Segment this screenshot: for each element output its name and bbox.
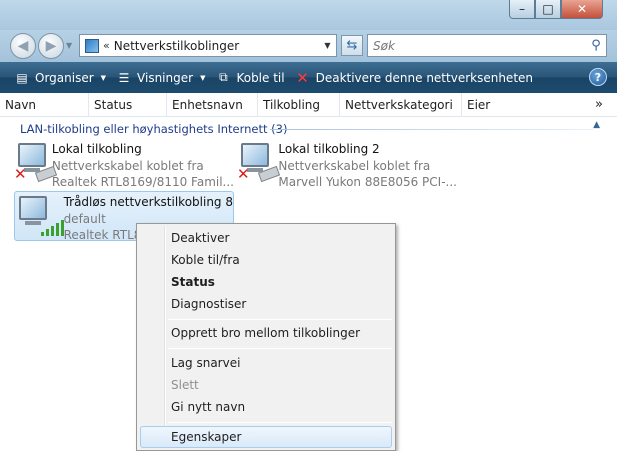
connect-label: Koble til <box>236 70 285 85</box>
forward-button[interactable]: ▶ <box>38 33 64 59</box>
search-input[interactable] <box>373 38 586 53</box>
close-icon: ✕ <box>576 2 588 16</box>
menu-item-bridge-connections[interactable]: Opprett bro mellom tilkoblinger <box>140 322 392 344</box>
forward-arrow-icon: ▶ <box>45 38 57 54</box>
menu-item-disable[interactable]: Deaktiver <box>140 227 392 249</box>
column-header-network-category[interactable]: Nettverkskategori <box>340 93 462 117</box>
command-bar: ▤ Organiser ▼ ☰ Visninger ▼ ⧉ Koble til … <box>0 62 617 93</box>
menu-separator <box>168 319 392 320</box>
monitor-icon <box>241 143 269 167</box>
organize-label: Organiser <box>35 70 94 85</box>
help-button[interactable]: ? <box>589 68 607 86</box>
column-header-owner[interactable]: Eier <box>462 93 534 117</box>
menu-item-connect-disconnect[interactable]: Koble til/fra <box>140 249 392 271</box>
column-header-name[interactable]: Navn <box>0 93 89 117</box>
monitor-icon <box>18 143 46 167</box>
connection-status: Nettverkskabel koblet fra <box>51 158 204 173</box>
close-button[interactable]: ✕ <box>561 0 603 19</box>
connection-device: Realtek RTL8169/8110 Famil... <box>51 175 234 189</box>
disconnected-x-icon: ✕ <box>14 165 27 183</box>
views-button[interactable]: ☰ Visninger ▼ <box>111 62 210 93</box>
column-headers: Navn Status Enhetsnavn Tilkobling Nettve… <box>0 93 617 117</box>
back-arrow-icon: ◀ <box>17 38 29 54</box>
views-icon: ☰ <box>118 70 130 85</box>
menu-item-properties[interactable]: Egenskaper <box>140 426 392 448</box>
group-divider <box>270 129 593 130</box>
collapse-group-icon[interactable]: ▲ <box>593 120 600 130</box>
minimize-button[interactable]: – <box>509 0 535 19</box>
breadcrumb-current[interactable]: Nettverkstilkoblinger <box>114 39 319 53</box>
maximize-button[interactable]: □ <box>535 0 561 19</box>
organize-button[interactable]: ▤ Organiser ▼ <box>0 62 111 93</box>
maximize-icon: □ <box>542 2 554 16</box>
refresh-button[interactable]: ⇆ <box>341 35 363 56</box>
red-x-icon: ✕ <box>296 68 309 87</box>
address-bar-region: ◀ ▶ ▼ « Nettverkstilkoblinger ▼ ⇆ ⚲ <box>0 30 617 62</box>
monitor-icon <box>19 196 47 220</box>
disconnected-x-icon: ✕ <box>237 165 250 183</box>
menu-item-diagnose[interactable]: Diagnostiser <box>140 293 392 315</box>
connect-icon: ⧉ <box>219 70 228 84</box>
search-box: ⚲ <box>367 34 607 57</box>
breadcrumb-overflow[interactable]: « <box>103 39 110 52</box>
minimize-icon: – <box>519 2 525 16</box>
menu-item-create-shortcut[interactable]: Lag snarvei <box>140 352 392 374</box>
back-button[interactable]: ◀ <box>10 33 36 59</box>
disable-device-label: Deaktivere denne nettverksenheten <box>315 70 534 85</box>
menu-separator <box>168 348 392 349</box>
column-header-status[interactable]: Status <box>89 93 167 117</box>
views-label: Visninger <box>137 70 194 85</box>
window-controls: – □ ✕ <box>509 0 603 19</box>
column-header-connectivity[interactable]: Tilkobling <box>258 93 340 117</box>
more-columns-button[interactable]: » <box>595 97 603 112</box>
menu-item-rename[interactable]: Gi nytt navn <box>140 396 392 418</box>
address-field[interactable]: « Nettverkstilkoblinger ▼ <box>79 34 337 57</box>
menu-item-delete: Slett <box>171 378 199 392</box>
organize-icon: ▤ <box>16 70 28 85</box>
recent-pages-dropdown-icon[interactable]: ▼ <box>66 41 72 50</box>
search-icon[interactable]: ⚲ <box>586 38 606 53</box>
connection-status: Nettverkskabel koblet fra <box>278 158 431 173</box>
connection-device: Marvell Yukon 88E8056 PCI-... <box>278 175 457 189</box>
refresh-icon: ⇆ <box>346 38 358 53</box>
menu-separator <box>168 422 392 423</box>
context-menu: Deaktiver Koble til/fra Status Diagnosti… <box>136 223 396 451</box>
wired-network-icon: ✕ <box>237 139 281 187</box>
signal-strength-icon <box>41 220 64 236</box>
connection-item[interactable]: ✕ Lokal tilkobling Nettverkskabel koblet… <box>14 139 234 189</box>
disable-device-button[interactable]: ✕ Deaktivere denne nettverksenheten <box>290 62 538 93</box>
wireless-network-icon <box>15 192 64 240</box>
connect-button[interactable]: ⧉ Koble til <box>210 62 289 93</box>
network-folder-icon <box>85 38 99 53</box>
chevron-down-icon: ▼ <box>200 73 206 82</box>
menu-item-status[interactable]: Status <box>140 271 392 293</box>
chevron-down-icon: ▼ <box>100 73 107 82</box>
group-header[interactable]: LAN-tilkobling eller høyhastighets Inter… <box>20 122 287 136</box>
column-header-device-name[interactable]: Enhetsnavn <box>167 93 258 117</box>
connection-item[interactable]: ✕ Lokal tilkobling 2 Nettverkskabel kobl… <box>237 139 457 189</box>
help-icon: ? <box>594 70 602 84</box>
connection-name: Lokal tilkobling 2 <box>278 142 380 156</box>
title-bar: – □ ✕ <box>0 0 617 30</box>
address-dropdown-icon[interactable]: ▼ <box>319 41 336 50</box>
connection-name: Trådløs nettverkstilkobling 8 <box>63 195 233 209</box>
wired-network-icon: ✕ <box>14 139 58 187</box>
connection-name: Lokal tilkobling <box>51 142 142 156</box>
